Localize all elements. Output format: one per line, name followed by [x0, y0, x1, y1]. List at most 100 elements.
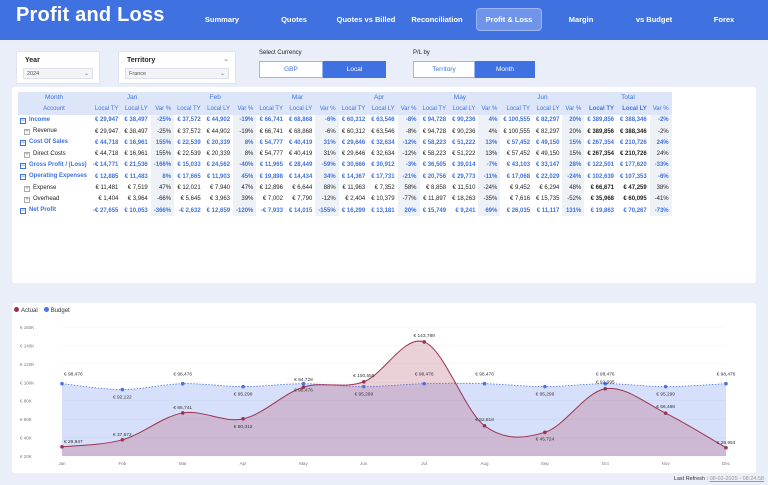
column-header-var-pct: Var % — [233, 103, 257, 115]
value-ty-cell: € 44,718 — [95, 139, 119, 146]
var-pct-cell: -77% — [397, 193, 420, 205]
currency-label: Select Currency — [259, 50, 302, 56]
actual-data-label: € 37,572 — [113, 432, 132, 438]
x-tick-label: Jul — [421, 461, 427, 466]
column-header-var-pct: Var % — [315, 103, 339, 115]
value-ty-cell: € 2,404 — [345, 196, 366, 203]
x-tick-label: Feb — [118, 461, 126, 466]
table-row: + Expense € 11,481 € 7,519 47% € 12,021 € 7,94… — [18, 182, 672, 194]
nav-vs-budget[interactable]: vs Budget — [624, 8, 684, 31]
account-cell[interactable]: − Cost Of Sales — [18, 137, 90, 148]
table-row: + Overhead € 1,404 € 3,964 -66% € 5,645 € 3,96… — [18, 193, 672, 205]
value-ly-cell: € 49,150 — [536, 151, 560, 158]
value-ty-cell: € 100,555 — [503, 117, 531, 124]
table-row: − Net Profit -€ 27,655 € 10,053 -366% -€ 2,63… — [18, 204, 672, 217]
nav-quotes-vs-billed[interactable]: Quotes vs Billed — [330, 8, 402, 31]
column-header-var-pct: Var % — [478, 103, 501, 115]
x-tick-label: Mar — [179, 461, 187, 466]
x-tick-label: Jun — [360, 461, 368, 466]
actual-point — [120, 438, 125, 442]
var-pct-cell: -12% — [397, 137, 420, 149]
var-pct-cell: -19% — [233, 114, 257, 126]
year-select[interactable]: 2024 ⌄ — [23, 68, 93, 79]
collapse-icon[interactable]: − — [20, 140, 26, 147]
column-header-local-ty: Local TY — [584, 103, 618, 115]
nav-reconciliation[interactable]: Reconciliation — [405, 8, 469, 31]
value-ty-cell: € 267,354 — [587, 139, 615, 146]
value-ly-cell: € 30,912 — [371, 162, 395, 169]
budget-point — [362, 384, 366, 389]
var-pct-cell: 131% — [562, 204, 585, 217]
chevron-down-icon[interactable]: ⌄ — [223, 55, 229, 63]
value-ly-cell: € 10,379 — [371, 196, 395, 203]
budget-point — [724, 381, 728, 386]
expand-icon[interactable]: + — [24, 185, 30, 192]
value-ly-cell: € 38,497 — [124, 128, 148, 135]
nav-quotes[interactable]: Quotes — [270, 8, 318, 31]
account-cell[interactable]: − Income — [18, 115, 90, 126]
value-ty-cell: € 11,897 — [423, 196, 447, 203]
value-ty-cell: € 20,756 — [422, 173, 447, 180]
currency-local-button[interactable]: Local — [323, 61, 386, 78]
value-ly-cell: € 12,659 — [206, 207, 231, 214]
territory-filter[interactable]: Territory ⌄ France ⌄ — [118, 51, 236, 84]
actual-point — [60, 445, 64, 449]
territory-value: France — [129, 71, 147, 77]
value-ly-cell: € 6,294 — [539, 185, 560, 192]
actual-data-label: € 66,468 — [656, 404, 675, 410]
value-ty-cell: € 15,749 — [422, 207, 447, 214]
actual-vs-budget-chart: € 20K € 40K € 60K € 80K € 100K € 120K € 140K € … — [20, 325, 736, 466]
account-cell[interactable]: − Net Profit — [18, 205, 90, 216]
value-ty-cell: -€ 2,632 — [178, 207, 201, 214]
table-row: − Operating Expenses € 12,885 € 11,483 8% € 1… — [18, 171, 672, 183]
account-cell[interactable]: − Operating Expenses — [18, 171, 90, 182]
pl-by-territory-button[interactable]: Territory — [413, 61, 475, 78]
column-header-local-ty: Local TY — [90, 103, 122, 115]
value-ty-cell: € 100,555 — [503, 128, 531, 135]
var-pct-cell: -25% — [150, 114, 175, 126]
value-ly-cell: € 17,731 — [371, 173, 395, 180]
value-ty-cell: € 102,639 — [587, 173, 615, 180]
value-ty-cell: € 11,965 — [259, 162, 283, 169]
var-pct-cell: 15% — [562, 137, 585, 149]
collapse-icon[interactable]: − — [20, 208, 26, 215]
nav-profit-loss[interactable]: Profit & Loss — [476, 8, 542, 31]
expand-icon[interactable]: + — [24, 151, 30, 158]
pl-matrix-table: Month Jan Feb Mar Apr May Jun Total Account Lo… — [18, 92, 672, 217]
expand-icon[interactable]: + — [24, 129, 30, 136]
var-pct-cell: -155% — [315, 204, 339, 217]
nav-forex[interactable]: Forex — [702, 8, 746, 31]
nav-summary[interactable]: Summary — [194, 8, 250, 31]
column-header-local-ly: Local LY — [121, 103, 151, 115]
currency-gbp-button[interactable]: GBP — [259, 61, 323, 78]
actual-data-label: € 45,724 — [536, 436, 555, 442]
collapse-icon[interactable]: − — [20, 117, 26, 124]
pl-by-month-button[interactable]: Month — [475, 61, 535, 78]
var-pct-cell: -66% — [150, 193, 175, 205]
value-ly-cell: € 22,029 — [536, 173, 560, 180]
y-tick-label: € 120K — [20, 362, 34, 367]
var-pct-cell: -52% — [562, 193, 585, 205]
year-filter[interactable]: Year 2024 ⌄ — [16, 51, 100, 84]
account-cell[interactable]: − Gross Profit / (Loss) — [18, 160, 90, 171]
value-ly-cell: € 21,536 — [124, 162, 148, 169]
territory-select[interactable]: France ⌄ — [125, 68, 229, 79]
column-header-var-pct: Var % — [649, 103, 672, 115]
value-ly-cell: € 210,726 — [620, 139, 647, 146]
collapse-icon[interactable]: − — [20, 174, 26, 181]
value-ty-cell: € 66,671 — [590, 185, 615, 192]
month-header-apr: Apr — [338, 92, 420, 104]
table-row: − Income € 29,947 € 38,497 -25% € 37,572 € 44,… — [18, 114, 672, 126]
collapse-icon[interactable]: − — [20, 162, 26, 169]
nav-margin[interactable]: Margin — [556, 8, 606, 31]
value-ly-cell: € 177,620 — [620, 162, 647, 169]
expand-icon[interactable]: + — [24, 196, 30, 203]
month-header-jan: Jan — [90, 92, 175, 104]
value-ly-cell: € 39,014 — [452, 162, 476, 169]
value-ly-cell: € 32,634 — [371, 151, 395, 158]
var-pct-cell: -35% — [478, 193, 501, 205]
column-header-local-ly: Local LY — [368, 103, 398, 115]
budget-point — [241, 384, 245, 389]
var-pct-cell: -166% — [150, 159, 175, 172]
budget-point — [60, 381, 64, 386]
